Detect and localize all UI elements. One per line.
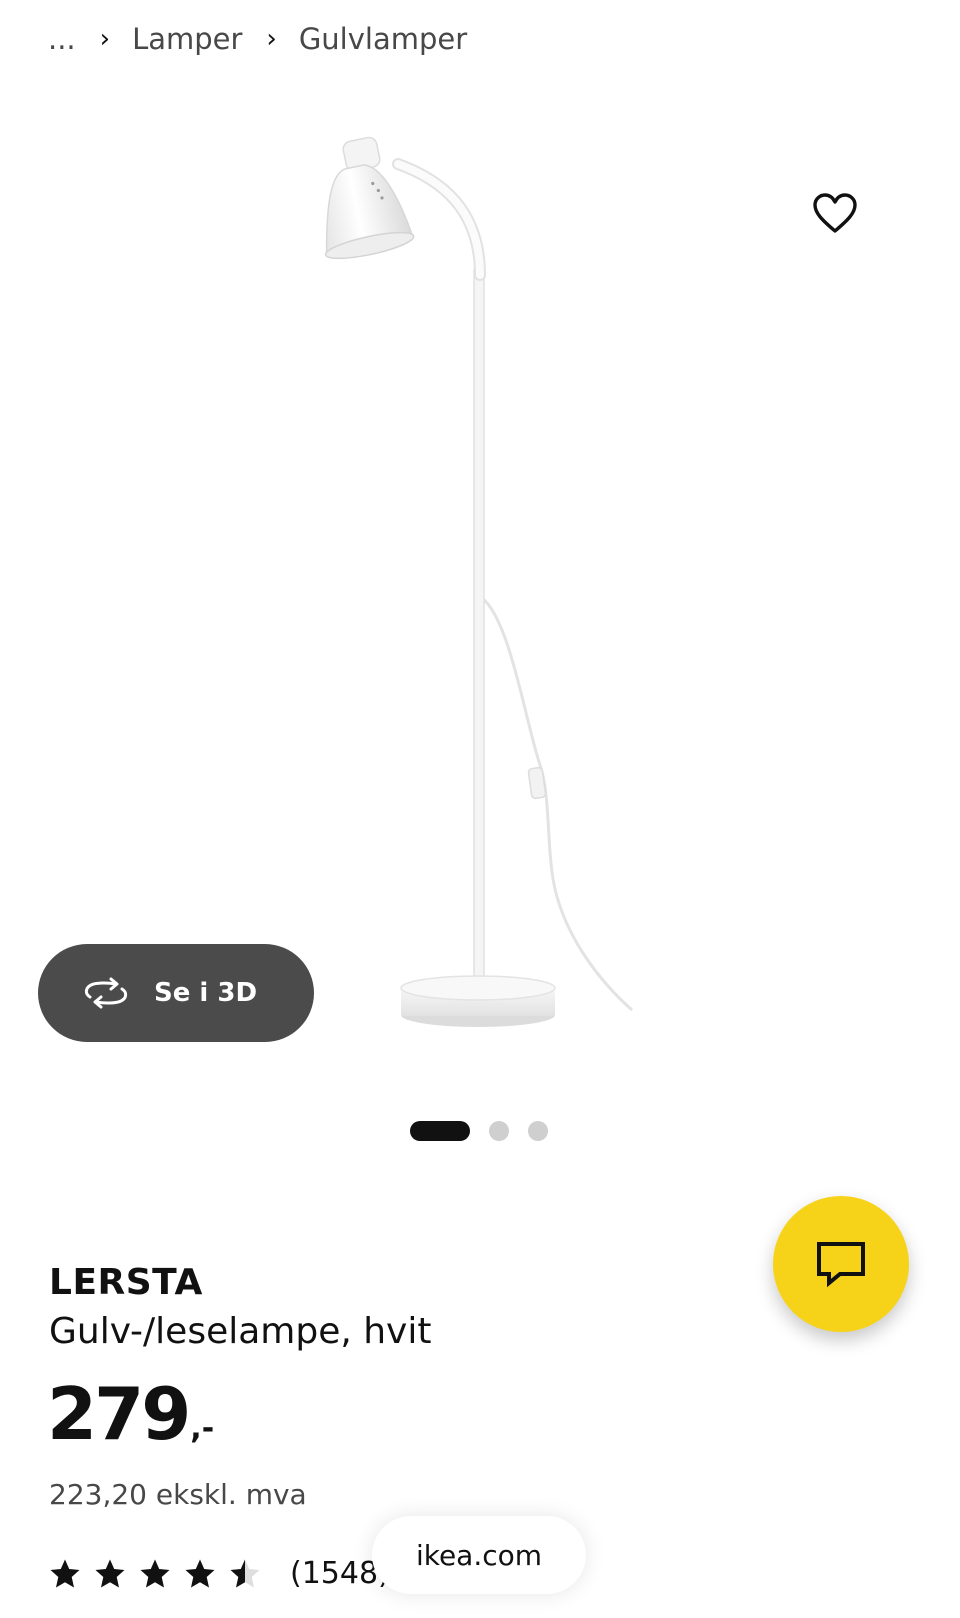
favorite-button[interactable] bbox=[808, 186, 862, 240]
product-description: Gulv-/leselampe, hvit bbox=[49, 1311, 432, 1352]
breadcrumb-item-lamper[interactable]: Lamper bbox=[132, 22, 242, 56]
price-suffix: ,- bbox=[190, 1411, 215, 1446]
gallery-dot-3[interactable] bbox=[528, 1121, 548, 1141]
product-name: LERSTA bbox=[49, 1262, 203, 1303]
product-image[interactable] bbox=[180, 100, 740, 1080]
breadcrumb: ... › Lamper › Gulvlamper bbox=[48, 14, 467, 64]
star-icon bbox=[50, 1559, 80, 1587]
star-icon bbox=[140, 1559, 170, 1587]
floor-lamp-illustration bbox=[324, 136, 633, 1027]
chat-bubble-icon bbox=[817, 1242, 865, 1288]
rating-stars bbox=[49, 1558, 274, 1590]
star-icon bbox=[95, 1559, 125, 1587]
price-integer: 279 bbox=[47, 1372, 191, 1456]
gallery-dot-2[interactable] bbox=[489, 1121, 509, 1141]
breadcrumb-ellipsis[interactable]: ... bbox=[48, 22, 76, 56]
view-in-3d-button[interactable]: Se i 3D bbox=[38, 944, 314, 1042]
product-rating[interactable]: (1548) bbox=[49, 1556, 390, 1591]
view-in-3d-label: Se i 3D bbox=[154, 978, 258, 1008]
chevron-right-icon: › bbox=[99, 24, 111, 54]
product-price: 279 ,- bbox=[47, 1378, 214, 1450]
star-icon bbox=[185, 1559, 215, 1587]
breadcrumb-item-gulvlamper[interactable]: Gulvlamper bbox=[299, 22, 467, 56]
chat-button[interactable] bbox=[773, 1196, 909, 1332]
rotate-3d-icon bbox=[82, 977, 130, 1009]
star-icon bbox=[230, 1559, 260, 1587]
gallery-pagination bbox=[410, 1121, 567, 1141]
price-excl-vat: 223,20 ekskl. mva bbox=[49, 1478, 307, 1511]
gallery-dot-1[interactable] bbox=[410, 1121, 470, 1141]
chevron-right-icon: › bbox=[266, 24, 277, 54]
heart-outline-icon bbox=[813, 193, 857, 233]
address-bar-url[interactable]: ikea.com bbox=[372, 1516, 586, 1594]
